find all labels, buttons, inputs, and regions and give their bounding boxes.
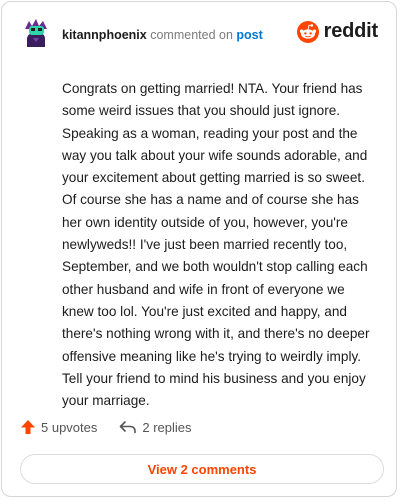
- upvote-count: 5 upvotes: [41, 419, 98, 435]
- action-text: commented on: [150, 28, 233, 42]
- upvote-arrow-icon: [21, 420, 35, 434]
- reply-arrow-icon: [120, 421, 137, 434]
- comment-body: Congrats on getting married! NTA. Your f…: [62, 81, 370, 409]
- comment-card: kitannphoenix commented on post reddit C…: [1, 1, 397, 497]
- post-link[interactable]: post: [236, 28, 262, 42]
- username[interactable]: kitannphoenix: [62, 28, 147, 42]
- upvote-button[interactable]: 5 upvotes: [20, 419, 97, 435]
- reddit-logo[interactable]: reddit: [296, 20, 379, 43]
- avatar-icon: [20, 17, 52, 49]
- replies-button[interactable]: 2 replies: [119, 419, 192, 435]
- reddit-wordmark: reddit: [323, 20, 379, 42]
- comment-actions: 5 upvotes 2 replies: [20, 419, 192, 435]
- reddit-alien-icon: [296, 20, 319, 43]
- avatar[interactable]: [20, 17, 52, 49]
- comment-header: kitannphoenix commented on post: [62, 27, 263, 43]
- reply-count: 2 replies: [142, 419, 192, 435]
- view-comments-button[interactable]: View 2 comments: [20, 454, 384, 484]
